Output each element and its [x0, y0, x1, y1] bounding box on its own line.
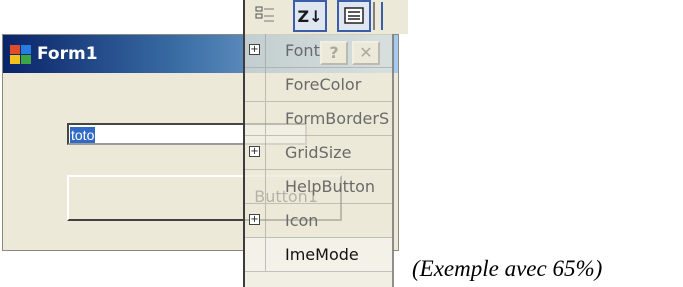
property-row-formborderstyle[interactable]: FormBorderS [245, 102, 392, 136]
sort-alphabetical-button[interactable]: Z↓ [293, 0, 327, 32]
property-row-font[interactable]: + Font [245, 34, 392, 68]
toolbar-button-edge [381, 2, 389, 30]
property-row-forecolor[interactable]: ForeColor [245, 68, 392, 102]
expand-icon[interactable]: + [249, 146, 260, 157]
property-name: Icon [285, 211, 319, 230]
expand-icon[interactable]: + [249, 44, 260, 55]
form-app-icon [10, 45, 32, 65]
property-name: HelpButton [285, 177, 376, 196]
textbox-value: toto [70, 127, 96, 143]
property-row-gridsize[interactable]: + GridSize [245, 136, 392, 170]
row-gutter [245, 102, 266, 135]
property-pages-icon[interactable] [337, 0, 371, 32]
property-name: GridSize [285, 143, 352, 162]
form-title: Form1 [37, 44, 98, 64]
row-gutter [245, 68, 266, 101]
property-row-helpbutton[interactable]: HelpButton [245, 170, 392, 204]
property-name: ForeColor [285, 75, 362, 94]
row-gutter [245, 238, 266, 271]
categorized-icon[interactable] [251, 0, 279, 32]
property-grid: + Font ForeColor FormBorderS + GridSize … [245, 34, 394, 287]
toolbar-separator [373, 2, 375, 30]
property-row-icon[interactable]: + Icon [245, 204, 392, 238]
expand-icon[interactable]: + [249, 214, 260, 225]
property-name: ImeMode [285, 245, 359, 264]
property-name: FormBorderS [285, 109, 390, 128]
caption: (Exemple avec 65%) [412, 256, 603, 281]
row-gutter [245, 170, 266, 203]
property-grid-toolbar: Z↓ [245, 0, 408, 34]
property-name: Font [285, 41, 320, 60]
property-row-imemode[interactable]: ImeMode [245, 238, 392, 272]
